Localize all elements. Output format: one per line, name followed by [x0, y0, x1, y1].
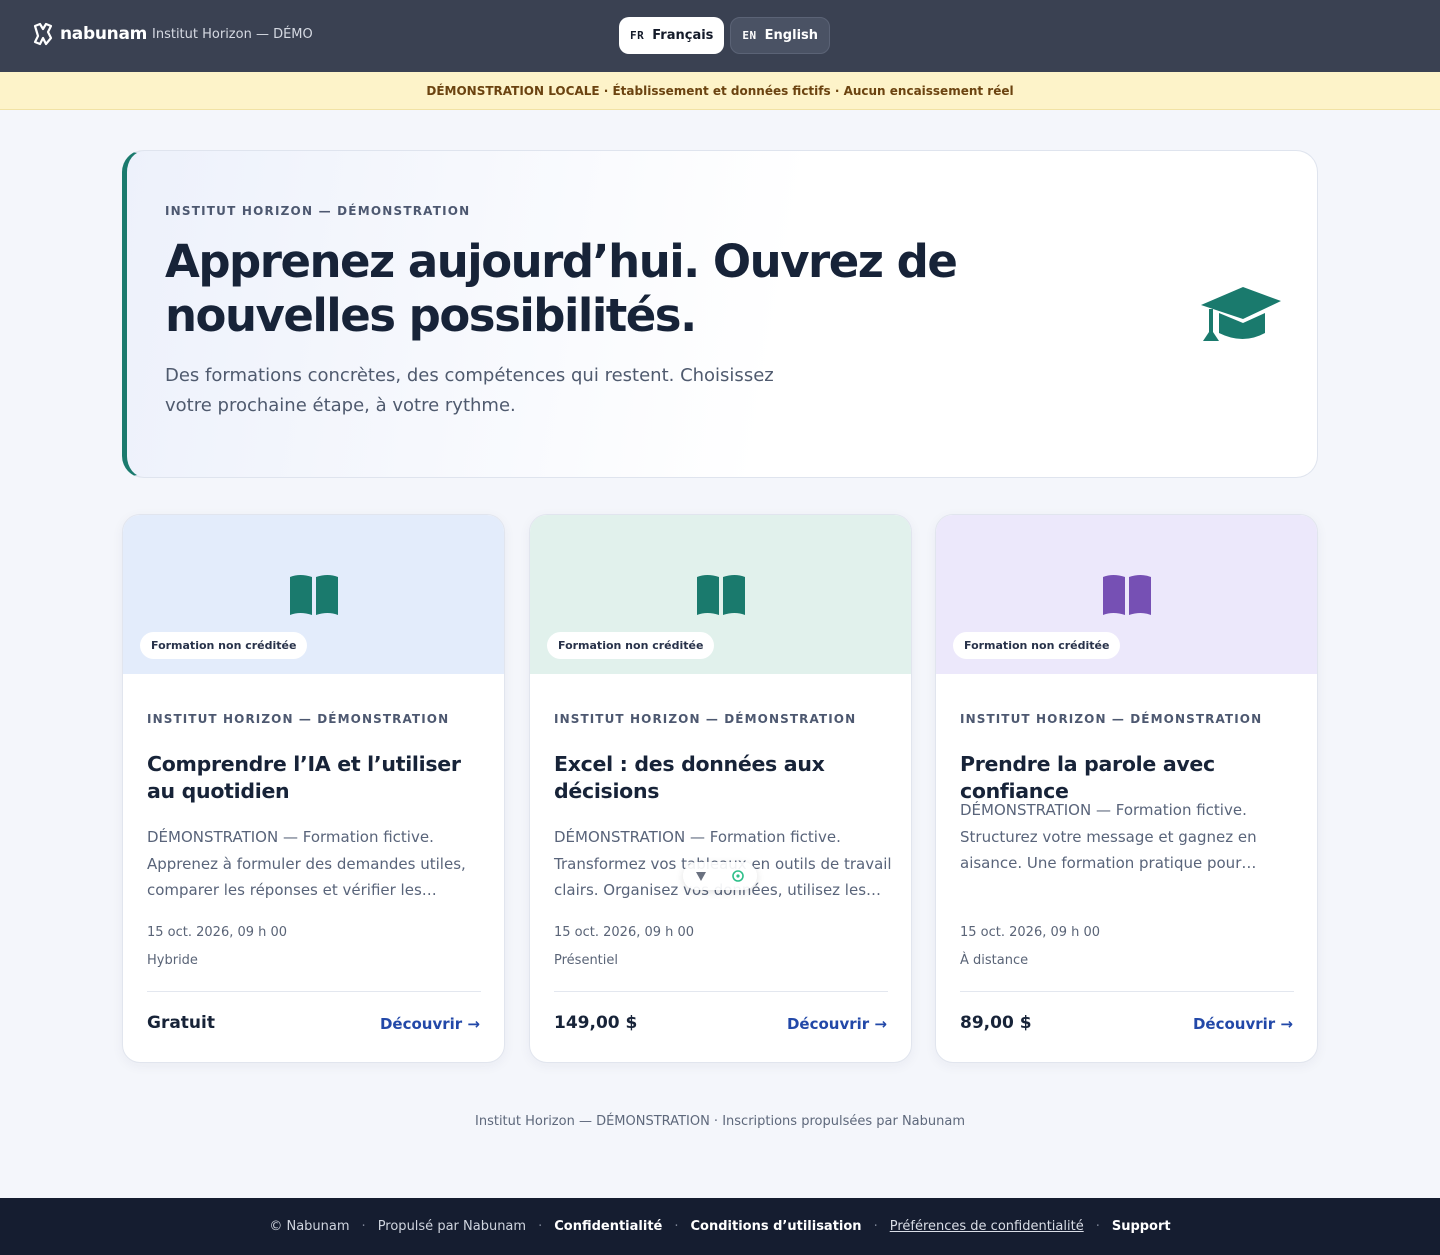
course-mode: Hybride	[147, 953, 198, 968]
course-price: 149,00 $	[554, 1013, 638, 1033]
demo-banner: DÉMONSTRATION LOCALE · Établissement et …	[0, 72, 1440, 110]
hero-eyebrow: INSTITUT HORIZON — DÉMONSTRATION	[165, 204, 471, 218]
course-description: DÉMONSTRATION — Formation fictive. Struc…	[960, 801, 1257, 872]
language-code: EN	[742, 29, 757, 42]
footer-note: Institut Horizon — DÉMONSTRATION · Inscr…	[475, 1114, 965, 1129]
divider	[147, 991, 481, 992]
hero-section: INSTITUT HORIZON — DÉMONSTRATION Apprene…	[122, 150, 1318, 478]
course-media: Formation non créditée	[530, 515, 911, 674]
privacy-preferences-link[interactable]: Préférences de confidentialité	[890, 1219, 1084, 1234]
target-icon[interactable]	[731, 869, 745, 883]
course-date: 15 oct. 2026, 09 h 00	[554, 925, 695, 940]
discover-link[interactable]: Découvrir →	[787, 1015, 887, 1033]
terms-link[interactable]: Conditions d’utilisation	[691, 1219, 862, 1234]
credit-badge: Formation non créditée	[547, 632, 715, 659]
book-icon	[697, 575, 745, 615]
course-title[interactable]: Comprendre l’IA et l’utiliser au quotidi…	[147, 751, 487, 805]
credit-badge: Formation non créditée	[140, 632, 308, 659]
course-date: 15 oct. 2026, 09 h 00	[960, 925, 1101, 940]
language-label: English	[764, 28, 819, 43]
bottom-bar: © Nabunam · Propulsé par Nabunam · Confi…	[0, 1198, 1440, 1255]
course-price: 89,00 $	[960, 1013, 1032, 1033]
organization-name: Institut Horizon — DÉMO	[152, 27, 313, 42]
hero-subtitle: Des formations concrètes, des compétence…	[165, 365, 774, 416]
brand-name: nabunam	[60, 24, 148, 44]
language-code: FR	[630, 29, 645, 42]
language-label: Français	[652, 28, 714, 43]
course-date: 15 oct. 2026, 09 h 00	[147, 925, 288, 940]
course-card[interactable]: Formation non créditée INSTITUT HORIZON …	[122, 514, 505, 1063]
separator: ·	[873, 1219, 878, 1234]
floating-toolbar[interactable]	[683, 862, 757, 890]
course-description: DÉMONSTRATION — Formation fictive. Appre…	[147, 828, 466, 899]
brand-logo[interactable]: nabunam	[32, 22, 147, 46]
course-provider: INSTITUT HORIZON — DÉMONSTRATION	[147, 712, 450, 726]
discover-link[interactable]: Découvrir →	[1193, 1015, 1293, 1033]
separator: ·	[674, 1219, 679, 1234]
separator: ·	[538, 1219, 543, 1234]
course-media: Formation non créditée	[936, 515, 1317, 674]
course-media: Formation non créditée	[123, 515, 504, 674]
course-title[interactable]: Excel : des données aux décisions	[554, 751, 894, 805]
separator: ·	[1095, 1219, 1100, 1234]
support-link[interactable]: Support	[1112, 1219, 1171, 1234]
course-mode: À distance	[960, 953, 1029, 968]
course-card[interactable]: Formation non créditée INSTITUT HORIZON …	[935, 514, 1318, 1063]
course-card[interactable]: Formation non créditée INSTITUT HORIZON …	[529, 514, 912, 1063]
hero-title: Apprenez aujourd’hui. Ouvrez de nouvelle…	[165, 235, 958, 342]
course-mode: Présentiel	[554, 953, 618, 968]
book-icon	[290, 575, 338, 615]
separator: ·	[361, 1219, 366, 1234]
course-price: Gratuit	[147, 1013, 215, 1033]
powered-by-link[interactable]: Propulsé par Nabunam	[378, 1219, 526, 1234]
divider	[960, 991, 1294, 992]
graduation-cap-icon	[1201, 287, 1281, 341]
privacy-link[interactable]: Confidentialité	[554, 1219, 662, 1234]
discover-link[interactable]: Découvrir →	[380, 1015, 480, 1033]
language-switcher: FR Français EN English	[619, 17, 831, 54]
copyright: © Nabunam	[269, 1219, 350, 1234]
divider	[554, 991, 888, 992]
credit-badge: Formation non créditée	[953, 632, 1121, 659]
language-button-en[interactable]: EN English	[730, 17, 831, 54]
top-navigation-bar: nabunam Institut Horizon — DÉMO FR Franç…	[0, 0, 1440, 72]
course-provider: INSTITUT HORIZON — DÉMONSTRATION	[554, 712, 857, 726]
nabunam-logo-icon	[33, 22, 53, 46]
book-icon	[1103, 575, 1151, 615]
course-provider: INSTITUT HORIZON — DÉMONSTRATION	[960, 712, 1263, 726]
language-button-fr[interactable]: FR Français	[619, 17, 725, 54]
dropdown-arrow-icon[interactable]	[695, 870, 707, 882]
